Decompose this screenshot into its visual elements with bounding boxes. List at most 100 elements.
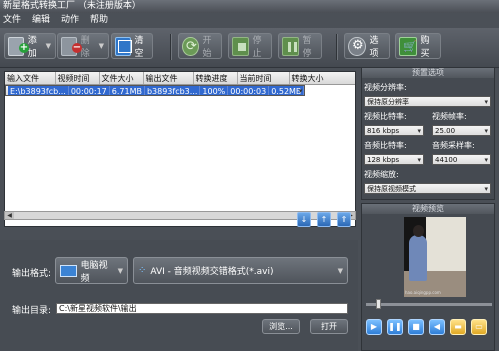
menu-file[interactable]: 文件 (3, 13, 21, 28)
clear-list-icon (115, 36, 132, 56)
play-button[interactable]: ▶ (366, 319, 382, 335)
video-scale-label: 视频缩放: (364, 170, 399, 179)
folder-open-icon: ▭ (475, 322, 483, 331)
add-button[interactable]: 添加 ▼ (4, 33, 56, 59)
resolution-label: 视频分辨率: (364, 83, 407, 92)
col-current-time[interactable]: 当前时间 (237, 72, 290, 85)
cell-current-time: 00:00:03 (227, 86, 270, 95)
toolbar: 添加 ▼ 删除 ▼ 清空 开始 停止 暂停 选项 购买 (0, 28, 499, 68)
menu-bar: 文件 编辑 动作 帮助 (0, 13, 499, 28)
stop-button-label: 停止 (252, 36, 262, 59)
toolbar-separator (336, 34, 337, 60)
video-frame: hao.aiqingpp.com (404, 217, 466, 297)
cell-video-time: 00:00:17 (68, 86, 110, 95)
scroll-left-icon[interactable]: ◀ (5, 212, 14, 219)
chevron-down-icon: ▼ (337, 266, 343, 275)
move-up-button[interactable]: ↑ (317, 212, 331, 227)
play-icon: ▶ (370, 322, 378, 331)
browse-button[interactable]: 浏览... (262, 319, 300, 334)
move-top-button[interactable]: ⇑ (337, 212, 351, 227)
col-video-time[interactable]: 视频时间 (55, 72, 100, 85)
snapshot-folder-button[interactable]: ▬ (450, 319, 466, 335)
monitor-icon (60, 264, 77, 277)
preset-title: 预置选项 (362, 68, 494, 78)
refresh-start-icon (182, 36, 199, 56)
arrow-up-icon: ↑ (320, 215, 328, 224)
video-bitrate-select[interactable]: 816 kbps (364, 125, 424, 136)
file-list[interactable]: 输入文件 视频时间 文件大小 输出文件 转换进度 当前时间 转换大小 E:\b3… (4, 71, 356, 227)
output-dir-label: 输出目录: (12, 306, 52, 316)
samplerate-select[interactable]: 44100 (432, 154, 491, 165)
cell-input-file: E:\b3893fcb... (8, 86, 69, 95)
open-folder-button[interactable]: ▭ (471, 319, 487, 335)
pause-icon: ❚❚ (388, 322, 402, 331)
stop-preview-button[interactable]: ■ (408, 319, 424, 335)
stop-button[interactable]: 停止 (228, 33, 272, 59)
shopping-cart-icon (399, 36, 417, 56)
col-input-file[interactable]: 输入文件 (5, 72, 56, 85)
cell-output-file: b3893fcb3... (144, 86, 201, 95)
buy-button-label: 购买 (420, 36, 430, 59)
col-converted-size[interactable]: 转换大小 (289, 72, 355, 85)
start-button[interactable]: 开始 (178, 33, 222, 59)
col-progress[interactable]: 转换进度 (193, 72, 238, 85)
file-table: 输入文件 视频时间 文件大小 输出文件 转换进度 当前时间 转换大小 E:\b3… (5, 72, 355, 96)
toolbar-separator (170, 34, 171, 60)
options-button[interactable]: 选项 (344, 33, 390, 59)
arrow-top-icon: ⇑ (340, 215, 348, 224)
pause-button-label: 暂停 (302, 36, 312, 59)
clear-button-label: 清空 (134, 36, 144, 59)
output-format-dropdown[interactable]: ⁘ AVI - 音频视频交错格式(*.avi) ▼ (133, 257, 348, 284)
start-button-label: 开始 (202, 36, 212, 59)
volume-button[interactable]: ◀ (429, 319, 445, 335)
delete-button-label: 删除 (80, 36, 90, 59)
stop-icon (232, 36, 249, 56)
chevron-down-icon: ▼ (117, 266, 123, 275)
output-dir-field[interactable]: C:\新星视频软件\输出 (56, 303, 348, 314)
table-row[interactable]: E:\b3893fcb... 00:00:17 6.71MB b3893fcb3… (5, 85, 306, 96)
folder-icon: ▬ (454, 322, 462, 331)
audio-bitrate-select[interactable]: 128 kbps (364, 154, 424, 165)
chevron-down-icon: ▼ (45, 42, 51, 50)
menu-help[interactable]: 帮助 (90, 13, 108, 28)
format-dots-icon: ⁘ (138, 265, 147, 276)
preview-title: 视频预览 (362, 204, 494, 214)
pause-button[interactable]: 暂停 (278, 33, 322, 59)
delete-file-icon (61, 36, 82, 56)
pause-preview-button[interactable]: ❚❚ (387, 319, 403, 335)
menu-action[interactable]: 动作 (61, 13, 79, 28)
preset-options-panel: 预置选项 视频分辨率: 保持原分辨率 视频比特率: 视频帧率: 816 kbps… (361, 67, 495, 200)
video-scale-select[interactable]: 保持原视频模式 (364, 183, 491, 194)
col-file-size[interactable]: 文件大小 (99, 72, 144, 85)
chevron-down-icon: ▼ (98, 42, 104, 50)
open-button[interactable]: 打开 (310, 319, 348, 334)
resolution-select[interactable]: 保持原分辨率 (364, 96, 491, 107)
cell-progress: 100% (199, 86, 229, 95)
framerate-select[interactable]: 25.00 (432, 125, 491, 136)
add-button-label: 添加 (27, 36, 37, 59)
arrow-down-icon: ↓ (300, 215, 308, 224)
delete-button[interactable]: 删除 ▼ (57, 33, 109, 59)
clear-button[interactable]: 清空 (111, 33, 153, 59)
device-category-dropdown[interactable]: 电脑视频 ▼ (55, 257, 128, 284)
menu-edit[interactable]: 编辑 (32, 13, 50, 28)
buy-button[interactable]: 购买 (395, 33, 441, 59)
video-preview-panel: 视频预览 hao.aiqingpp.com ▶ ❚❚ ■ ◀ ▬ ▭ (361, 203, 495, 351)
window-title: 新星格式转换工厂 （未注册版本） (0, 0, 499, 13)
col-output-file[interactable]: 输出文件 (143, 72, 194, 85)
speaker-icon: ◀ (433, 322, 441, 331)
samplerate-label: 音频采样率: (432, 141, 475, 150)
gear-icon (348, 36, 366, 56)
add-file-icon (8, 36, 29, 56)
cell-converted-size: 0.52MB (268, 86, 305, 95)
device-category-label: 电脑视频 (80, 260, 108, 284)
framerate-label: 视频帧率: (432, 112, 467, 121)
stop-icon: ■ (412, 322, 420, 331)
move-down-button[interactable]: ↓ (297, 212, 311, 227)
seek-slider[interactable] (366, 299, 492, 309)
output-format-value: AVI - 音频视频交错格式(*.avi) (150, 267, 274, 277)
options-button-label: 选项 (369, 36, 379, 59)
cell-file-size: 6.71MB (109, 86, 145, 95)
seek-knob[interactable] (376, 299, 381, 309)
audio-bitrate-label: 音频比特率: (364, 141, 407, 150)
